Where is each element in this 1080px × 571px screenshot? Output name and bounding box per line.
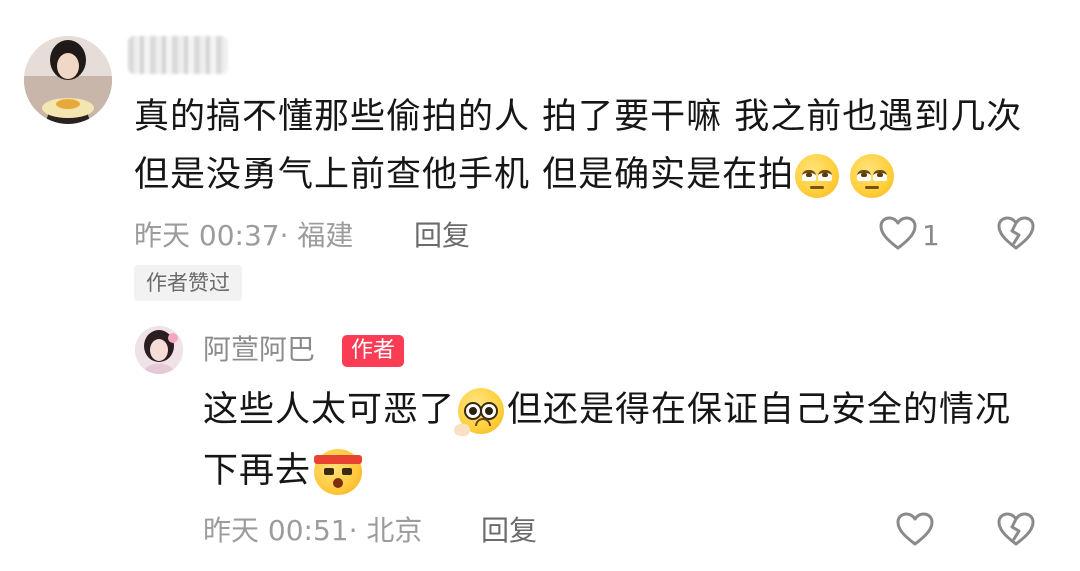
comment-meta: 昨天 00:37· 福建 bbox=[134, 219, 353, 253]
heart-outline-icon[interactable] bbox=[878, 215, 918, 251]
reply-text-line-2-text: 下再去 bbox=[203, 451, 312, 491]
reply-text-line-2: 下再去 bbox=[203, 442, 363, 500]
comment-text-line-2-text: 但是没勇气上前查他手机 但是确实是在拍 bbox=[134, 155, 795, 195]
avatar-photo-illustration bbox=[24, 36, 112, 124]
comment-text-line-1: 真的搞不懂那些偷拍的人 拍了要干嘛 我之前也遇到几次 bbox=[134, 97, 1023, 137]
heart-outline-icon[interactable] bbox=[895, 511, 935, 547]
fighting-emoji bbox=[314, 449, 363, 495]
reply-text-part-2: 但还是得在保证自己安全的情况 bbox=[507, 390, 1012, 430]
comment-location: · 福建 bbox=[279, 219, 354, 252]
commenter-avatar[interactable] bbox=[24, 36, 112, 124]
liked-by-author-tag: 作者赞过 bbox=[134, 265, 242, 301]
reply-time: 昨天 00:51 bbox=[203, 514, 349, 547]
avatar-photo-illustration bbox=[135, 326, 183, 374]
reply-button[interactable]: 回复 bbox=[414, 219, 470, 253]
reply-text-part-1: 这些人太可恶了 bbox=[203, 390, 456, 430]
author-badge: 作者 bbox=[342, 335, 405, 367]
reply-author-name[interactable]: 阿萱阿巴 bbox=[203, 330, 315, 370]
broken-heart-icon[interactable] bbox=[996, 215, 1036, 251]
reply-location: · 北京 bbox=[348, 514, 423, 547]
pleading-emoji bbox=[454, 388, 505, 436]
reply-button[interactable]: 回复 bbox=[481, 514, 537, 548]
reply-text-line-1: 这些人太可恶了 但还是得在保证自己安全的情况 bbox=[203, 381, 1011, 439]
commenter-username-blurred[interactable] bbox=[128, 36, 228, 74]
comment-time: 昨天 00:37 bbox=[134, 219, 280, 252]
like-count: 1 bbox=[922, 219, 940, 252]
eye-roll-emoji bbox=[850, 154, 895, 198]
eye-roll-emoji bbox=[795, 154, 840, 198]
reply-author-avatar[interactable] bbox=[135, 326, 183, 374]
broken-heart-icon[interactable] bbox=[996, 511, 1036, 547]
comment-text-line-2: 但是没勇气上前查他手机 但是确实是在拍 bbox=[134, 146, 895, 204]
reply-meta: 昨天 00:51· 北京 bbox=[203, 514, 422, 548]
